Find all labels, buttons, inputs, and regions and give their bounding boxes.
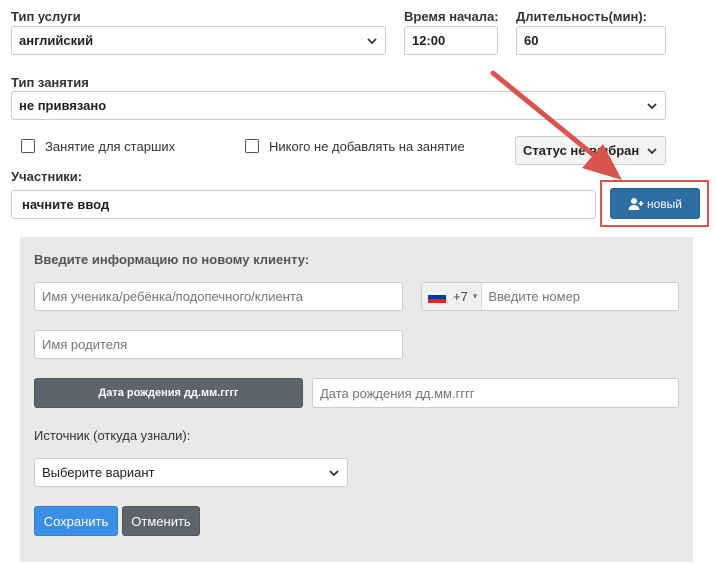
new-participant-label: новый xyxy=(646,196,682,211)
senior-lesson-checkbox[interactable] xyxy=(21,139,35,153)
lesson-type-value: не привязано xyxy=(19,98,107,113)
russia-flag-icon xyxy=(428,290,446,303)
cancel-button[interactable]: Отменить xyxy=(122,506,200,536)
birthdate-button-label: Дата рождения дд.мм.гггг xyxy=(98,387,239,399)
phone-code: +7 xyxy=(453,289,468,304)
service-type-select[interactable]: английский xyxy=(11,26,386,55)
senior-lesson-label: Занятие для старших xyxy=(45,139,176,154)
save-button-label: Сохранить xyxy=(43,513,109,529)
new-participant-button[interactable]: новый xyxy=(610,188,700,219)
chevron-down-icon xyxy=(367,37,377,44)
status-value: Статус не выбран xyxy=(523,143,640,158)
start-time-input[interactable]: 12:00 xyxy=(404,26,498,55)
duration-label: Длительность(мин): xyxy=(516,9,648,24)
parent-name-placeholder: Имя родителя xyxy=(42,337,128,352)
phone-input-group: +7 ▾ Введите номер xyxy=(421,282,679,311)
participants-input[interactable]: начните ввод xyxy=(11,190,596,219)
save-button[interactable]: Сохранить xyxy=(34,506,118,536)
status-select[interactable]: Статус не выбран xyxy=(515,136,666,165)
duration-input[interactable]: 60 xyxy=(516,26,666,55)
cancel-button-label: Отменить xyxy=(131,513,191,529)
lesson-type-label: Тип занятия xyxy=(11,75,89,90)
no-add-checkbox[interactable] xyxy=(245,139,259,153)
birthdate-placeholder: Дата рождения дд.мм.гггг xyxy=(320,385,475,401)
service-type-label: Тип услуги xyxy=(11,9,81,24)
duration-value: 60 xyxy=(524,33,539,48)
chevron-down-icon xyxy=(647,102,657,109)
birthdate-input[interactable]: Дата рождения дд.мм.гггг xyxy=(312,378,679,408)
phone-placeholder: Введите номер xyxy=(488,289,581,304)
source-select[interactable]: Выберите вариант xyxy=(34,458,348,487)
start-time-label: Время начала: xyxy=(404,9,499,24)
phone-country-select[interactable]: +7 ▾ xyxy=(422,283,483,310)
source-label: Источник (откуда узнали): xyxy=(34,428,191,443)
parent-name-input[interactable]: Имя родителя xyxy=(34,330,403,359)
chevron-down-icon xyxy=(329,469,339,476)
client-name-placeholder: Имя ученика/ребёнка/подопечного/клиента xyxy=(42,289,303,304)
phone-code-caret-icon: ▾ xyxy=(472,291,478,301)
birthdate-button[interactable]: Дата рождения дд.мм.гггг xyxy=(34,378,303,408)
source-select-value: Выберите вариант xyxy=(42,465,155,480)
new-client-panel-title: Введите информацию по новому клиенту: xyxy=(34,252,310,267)
lesson-type-select[interactable]: не привязано xyxy=(11,91,666,120)
no-add-label: Никого не добавлять на занятие xyxy=(269,139,465,154)
participants-placeholder: начните ввод xyxy=(22,197,110,212)
participants-label: Участники: xyxy=(11,169,83,184)
start-time-value: 12:00 xyxy=(412,33,446,48)
service-type-value: английский xyxy=(19,33,94,48)
client-name-input[interactable]: Имя ученика/ребёнка/подопечного/клиента xyxy=(34,282,403,311)
chevron-down-icon xyxy=(647,147,657,154)
add-user-icon xyxy=(628,197,644,210)
